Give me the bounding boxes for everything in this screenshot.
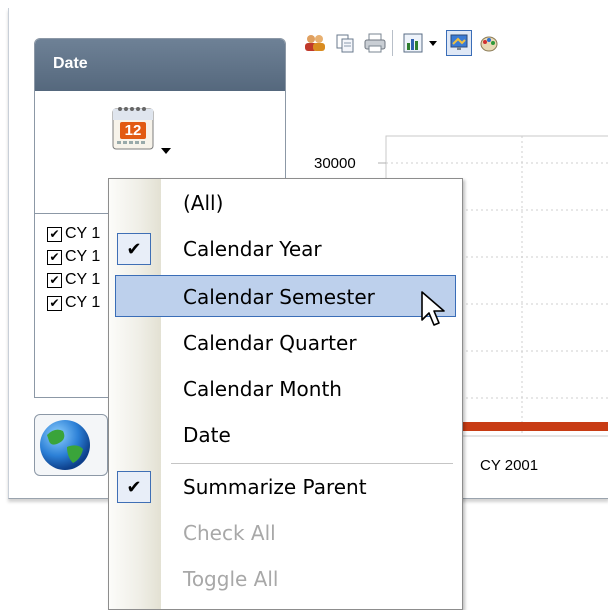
menu-item-label: Date bbox=[183, 423, 231, 447]
check-icon: ✔ bbox=[117, 471, 151, 503]
check-icon: ✔ bbox=[117, 233, 151, 265]
menu-item-calendar-quarter[interactable]: Calendar Quarter bbox=[109, 321, 462, 365]
users-icon[interactable] bbox=[302, 30, 328, 56]
y-tick-label: 30000 bbox=[314, 155, 356, 172]
menu-item-label: Calendar Year bbox=[183, 237, 322, 261]
menu-item-calendar-month[interactable]: Calendar Month bbox=[109, 367, 462, 411]
member-checkbox[interactable]: ✔ bbox=[47, 272, 62, 288]
date-panel-title: Date bbox=[53, 55, 88, 72]
mouse-pointer-icon bbox=[421, 291, 445, 326]
display-icon[interactable] bbox=[446, 30, 472, 56]
member-row[interactable]: ✔ CY 1 bbox=[47, 223, 100, 245]
menu-separator bbox=[171, 463, 453, 464]
calendar-day-number: 12 bbox=[124, 122, 142, 139]
level-context-menu: (All) ✔ Calendar Year Calendar Semester … bbox=[108, 178, 463, 610]
member-checkbox[interactable]: ✔ bbox=[47, 295, 62, 311]
member-row[interactable]: ✔ CY 1 bbox=[47, 246, 100, 268]
toolbar-separator bbox=[392, 30, 393, 56]
menu-item-date[interactable]: Date bbox=[109, 413, 462, 457]
member-label: CY 1 bbox=[65, 294, 101, 311]
menu-item-summarize-parent[interactable]: ✔ Summarize Parent bbox=[109, 465, 462, 509]
member-label: CY 1 bbox=[65, 271, 101, 288]
menu-item-calendar-year[interactable]: ✔ Calendar Year bbox=[109, 227, 462, 271]
menu-item-label: Calendar Quarter bbox=[183, 331, 357, 355]
menu-item-label: Check All bbox=[183, 521, 276, 545]
member-checkbox[interactable]: ✔ bbox=[47, 249, 62, 265]
calendar-dropdown-arrow[interactable] bbox=[161, 139, 171, 154]
paint-icon[interactable] bbox=[476, 30, 502, 56]
menu-item-label: (All) bbox=[183, 191, 224, 215]
member-label: CY 1 bbox=[65, 225, 101, 242]
member-checkbox[interactable]: ✔ bbox=[47, 226, 62, 242]
date-panel-header: Date bbox=[35, 39, 285, 91]
x-tick-label: CY 2001 bbox=[480, 457, 538, 474]
menu-item-label: Calendar Month bbox=[183, 377, 342, 401]
member-row[interactable]: ✔ CY 1 bbox=[47, 292, 100, 314]
calendar-icon[interactable]: 12 bbox=[111, 103, 155, 151]
menu-item-label: Toggle All bbox=[183, 567, 279, 591]
globe-icon bbox=[40, 420, 90, 470]
member-label: CY 1 bbox=[65, 248, 101, 265]
menu-item-check-all: Check All bbox=[109, 511, 462, 555]
menu-item-calendar-semester[interactable]: Calendar Semester bbox=[109, 275, 462, 319]
chart-type-dropdown-arrow[interactable] bbox=[426, 30, 440, 56]
copy-icon[interactable] bbox=[332, 30, 358, 56]
chart-type-icon[interactable] bbox=[400, 30, 426, 56]
print-icon[interactable] bbox=[362, 30, 388, 56]
menu-item-label: Calendar Semester bbox=[183, 285, 375, 309]
menu-item-label: Summarize Parent bbox=[183, 475, 367, 499]
member-row[interactable]: ✔ CY 1 bbox=[47, 269, 100, 291]
geography-tab[interactable] bbox=[34, 414, 108, 476]
menu-item-toggle-all: Toggle All bbox=[109, 557, 462, 601]
menu-item-all[interactable]: (All) bbox=[109, 181, 462, 225]
